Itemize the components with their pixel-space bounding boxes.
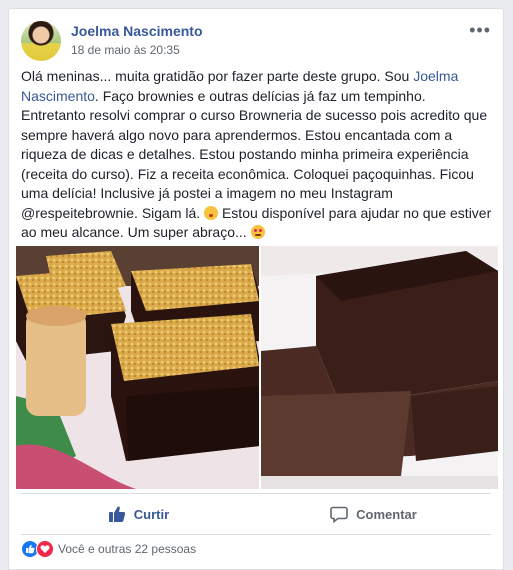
post-text-part-1: Olá meninas... muita gratidão por fazer …: [21, 68, 414, 84]
reactions-count[interactable]: Você e outras 22 pessoas: [58, 542, 196, 556]
reactions-summary[interactable]: Você e outras 22 pessoas: [21, 539, 196, 559]
comment-icon: [330, 506, 348, 523]
like-label: Curtir: [133, 506, 170, 522]
photo-brownies-stack[interactable]: [261, 246, 498, 489]
more-horizontal-icon[interactable]: •••: [469, 21, 491, 39]
post-actions: Curtir Comentar: [21, 493, 491, 535]
post-card: Joelma Nascimento 18 de maio às 20:35 ••…: [8, 8, 504, 570]
love-reaction-icon: [36, 540, 54, 558]
post-text: Olá meninas... muita gratidão por fazer …: [21, 67, 493, 243]
author-name[interactable]: Joelma Nascimento: [71, 23, 203, 39]
post-timestamp[interactable]: 18 de maio às 20:35: [71, 43, 180, 57]
kissing-face-icon: [204, 205, 219, 220]
brownies-stack-image: [261, 246, 498, 489]
like-button[interactable]: Curtir: [21, 494, 256, 534]
avatar[interactable]: [21, 21, 61, 61]
post-header: Joelma Nascimento 18 de maio às 20:35 ••…: [21, 21, 491, 61]
comment-button[interactable]: Comentar: [256, 494, 491, 534]
heart-eyes-face-icon: [250, 225, 265, 239]
brownies-pacoca-image: [16, 246, 259, 489]
photo-grid: [16, 246, 498, 489]
comment-label: Comentar: [356, 506, 417, 522]
photo-brownies-pacoca[interactable]: [16, 246, 259, 489]
post-text-part-2: . Faço brownies e outras delícias já faz…: [21, 87, 492, 221]
thumbs-up-icon: [108, 506, 125, 522]
